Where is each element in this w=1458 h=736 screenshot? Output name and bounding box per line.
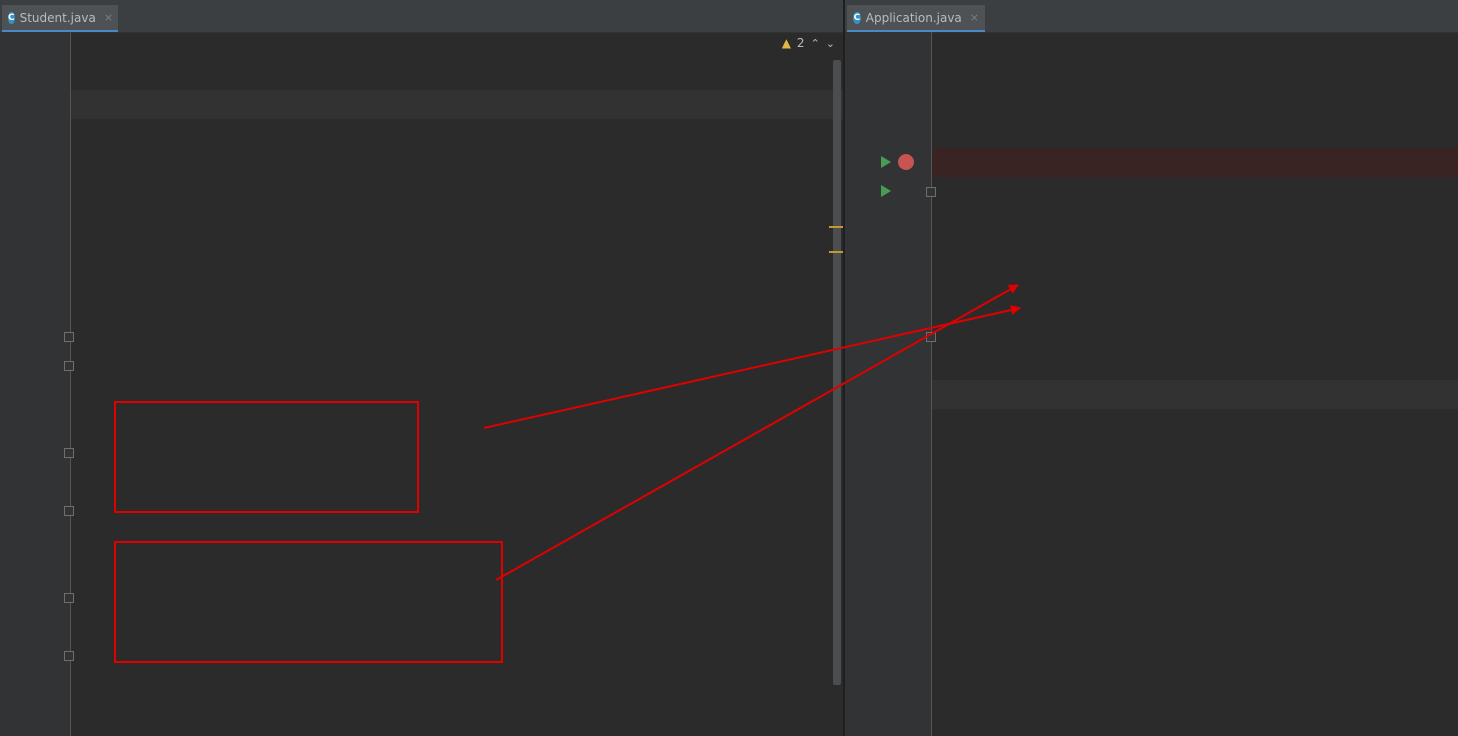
code-line[interactable] — [932, 351, 1458, 380]
code-line[interactable] — [71, 351, 843, 380]
close-icon[interactable]: × — [104, 11, 113, 24]
code-line[interactable] — [71, 322, 843, 351]
fold-marker-icon[interactable] — [64, 506, 74, 516]
vertical-scrollbar[interactable] — [833, 60, 841, 685]
left-gutter — [0, 32, 71, 736]
code-line[interactable] — [932, 264, 1458, 293]
fold-marker-icon[interactable] — [64, 593, 74, 603]
run-icon[interactable] — [881, 185, 891, 197]
code-line[interactable] — [932, 293, 1458, 322]
getter-highlight-box — [114, 401, 419, 513]
fold-marker-icon[interactable] — [926, 332, 936, 342]
tab-label: Student.java — [19, 10, 96, 25]
code-line[interactable] — [71, 206, 843, 235]
fold-marker-icon[interactable] — [64, 448, 74, 458]
java-class-icon: C — [8, 11, 15, 24]
tab-application-java[interactable]: C Application.java × — [847, 5, 985, 32]
code-line[interactable] — [71, 235, 843, 264]
fold-marker-icon[interactable] — [64, 361, 74, 371]
right-gutter — [845, 32, 932, 736]
fold-marker-icon[interactable] — [64, 332, 74, 342]
code-line[interactable] — [71, 90, 843, 119]
code-line[interactable] — [932, 322, 1458, 351]
right-tab-bar: C Application.java × — [845, 0, 1458, 33]
code-line[interactable] — [932, 148, 1458, 177]
code-line[interactable] — [71, 119, 843, 148]
code-line[interactable] — [932, 90, 1458, 119]
java-class-icon: C — [853, 11, 861, 24]
warning-stripe[interactable] — [829, 251, 843, 253]
fold-marker-icon[interactable] — [64, 651, 74, 661]
close-icon[interactable]: × — [970, 11, 979, 24]
code-line[interactable] — [71, 177, 843, 206]
code-line[interactable] — [71, 32, 843, 61]
right-editor-pane: C Application.java × — [845, 0, 1458, 736]
code-line[interactable] — [71, 699, 843, 728]
right-code-area[interactable] — [932, 32, 1458, 736]
warning-stripe[interactable] — [829, 226, 843, 228]
tab-label: Application.java — [865, 10, 962, 25]
code-line[interactable] — [932, 32, 1458, 61]
fold-marker-icon[interactable] — [926, 187, 936, 197]
run-icon[interactable] — [881, 156, 891, 168]
code-line[interactable] — [71, 264, 843, 293]
code-line[interactable] — [932, 206, 1458, 235]
code-line[interactable] — [932, 380, 1458, 409]
code-line[interactable] — [932, 177, 1458, 206]
tab-student-java[interactable]: C Student.java × — [2, 5, 118, 32]
left-tab-bar: C Student.java × — [0, 0, 843, 33]
breakpoint-icon[interactable] — [898, 154, 914, 170]
setter-highlight-box — [114, 541, 503, 663]
